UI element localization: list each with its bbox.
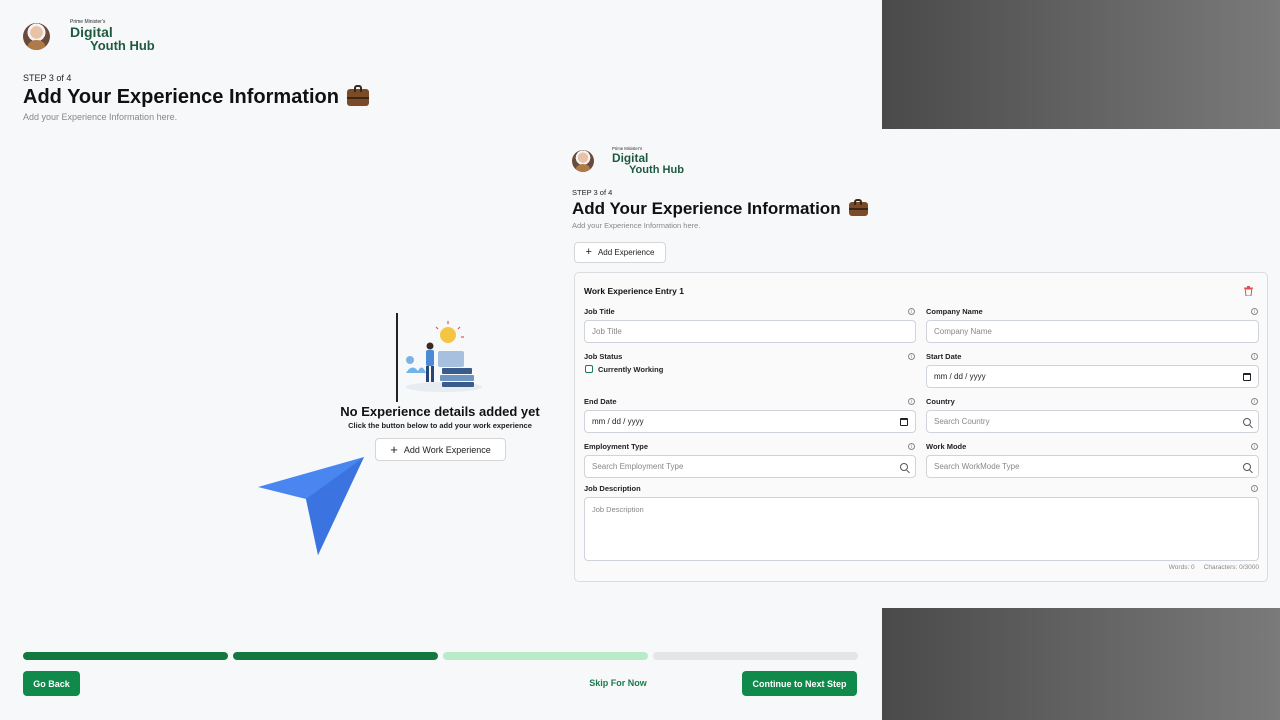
progress-step-2 — [233, 652, 438, 660]
background-band-bottom — [882, 608, 1280, 720]
search-icon — [900, 462, 908, 471]
country-info-icon[interactable]: i — [1251, 398, 1258, 405]
briefcase-icon — [346, 84, 369, 106]
company-name-label: Company Name — [926, 307, 983, 316]
logo[interactable]: Prime Minister's Digital Youth Hub — [23, 20, 155, 52]
progress-step-3 — [443, 652, 648, 660]
country-search-input[interactable]: Search Country — [926, 410, 1259, 433]
page-title-text: Add Your Experience Information — [23, 86, 339, 108]
search-icon — [1243, 462, 1251, 471]
add-experience-button[interactable]: + Add Experience — [574, 242, 666, 263]
end-date-info-icon[interactable]: i — [908, 398, 915, 405]
country-label: Country — [926, 397, 955, 406]
logo-line1: Digital — [70, 24, 113, 40]
calendar-icon[interactable] — [1243, 372, 1251, 381]
employment-type-search-input[interactable]: Search Employment Type — [584, 455, 916, 478]
skip-button[interactable]: Skip For Now — [575, 678, 661, 688]
country-placeholder: Search Country — [934, 417, 990, 426]
job-description-textarea[interactable]: Job Description — [584, 497, 1259, 561]
page-title: Add Your Experience Information — [23, 84, 369, 109]
form-page-subtitle: Add your Experience Information here. — [572, 221, 701, 230]
work-mode-placeholder: Search WorkMode Type — [934, 462, 1020, 471]
currently-working-checkbox[interactable] — [585, 365, 593, 373]
page-subtitle: Add your Experience Information here. — [23, 112, 178, 122]
plus-icon: + — [390, 442, 398, 457]
search-icon — [1243, 417, 1251, 426]
empty-state-illustration — [396, 313, 486, 402]
add-work-experience-button[interactable]: + Add Work Experience — [375, 438, 506, 461]
add-work-experience-label: Add Work Experience — [403, 444, 491, 455]
job-status-label: Job Status — [584, 352, 623, 361]
background-band-top — [882, 0, 1280, 129]
job-title-placeholder: Job Title — [592, 327, 622, 336]
text-counts: Words: 0 Characters: 0/3000 — [1100, 564, 1259, 571]
job-status-info-icon[interactable]: i — [908, 353, 915, 360]
form-logo-line2: Youth Hub — [629, 162, 685, 176]
employment-type-placeholder: Search Employment Type — [592, 462, 684, 471]
continue-button[interactable]: Continue to Next Step — [742, 671, 857, 696]
currently-working-label[interactable]: Currently Working — [598, 365, 663, 374]
start-date-input[interactable]: mm / dd / yyyy — [926, 365, 1259, 388]
start-date-label: Start Date — [926, 352, 962, 361]
logo-line2: Youth Hub — [90, 38, 155, 53]
employment-type-label: Employment Type — [584, 442, 649, 451]
form-step-indicator: STEP 3 of 4 — [572, 188, 613, 197]
delete-entry-trash-icon[interactable] — [1244, 286, 1253, 296]
form-logo[interactable]: Prime Minister's Digital Youth Hub — [572, 145, 697, 177]
progress-step-4 — [653, 652, 858, 660]
plus-icon: + — [585, 246, 592, 258]
work-mode-label: Work Mode — [926, 442, 967, 451]
job-description-info-icon[interactable]: i — [1251, 485, 1258, 492]
calendar-icon[interactable] — [900, 417, 908, 426]
cursor-arrow-icon — [258, 457, 364, 555]
form-logo-avatar — [572, 150, 594, 172]
job-title-label: Job Title — [584, 307, 615, 316]
end-date-label: End Date — [584, 397, 617, 406]
add-experience-label: Add Experience — [597, 248, 655, 257]
logo-text: Prime Minister's Digital Youth Hub — [70, 20, 155, 53]
job-title-info-icon[interactable]: i — [908, 308, 915, 315]
job-title-input[interactable]: Job Title — [584, 320, 916, 343]
job-description-label: Job Description — [584, 484, 641, 493]
work-mode-info-icon[interactable]: i — [1251, 443, 1258, 450]
company-name-input[interactable]: Company Name — [926, 320, 1259, 343]
entry-title: Work Experience Entry 1 — [584, 286, 684, 296]
character-count: Characters: 0/3000 — [1203, 564, 1259, 571]
word-count: Words: 0 — [1168, 564, 1195, 571]
empty-state-subtitle: Click the button below to add your work … — [348, 421, 532, 430]
employment-type-info-icon[interactable]: i — [908, 443, 915, 450]
company-name-info-icon[interactable]: i — [1251, 308, 1258, 315]
start-date-info-icon[interactable]: i — [1251, 353, 1258, 360]
form-page-title: Add Your Experience Information — [572, 198, 868, 219]
form-page-title-text: Add Your Experience Information — [572, 199, 841, 218]
end-date-placeholder: mm / dd / yyyy — [592, 417, 644, 426]
company-name-placeholder: Company Name — [934, 327, 992, 336]
work-mode-search-input[interactable]: Search WorkMode Type — [926, 455, 1259, 478]
form-logo-text: Prime Minister's Digital Youth Hub — [612, 147, 685, 176]
start-date-placeholder: mm / dd / yyyy — [934, 372, 986, 381]
empty-state-title: No Experience details added yet — [340, 404, 540, 419]
go-back-button[interactable]: Go Back — [23, 671, 80, 696]
job-description-placeholder: Job Description — [592, 505, 644, 514]
step-indicator: STEP 3 of 4 — [23, 73, 72, 83]
progress-step-1 — [23, 652, 228, 660]
form-briefcase-icon — [848, 198, 868, 216]
logo-avatar — [23, 22, 50, 50]
end-date-input[interactable]: mm / dd / yyyy — [584, 410, 916, 433]
